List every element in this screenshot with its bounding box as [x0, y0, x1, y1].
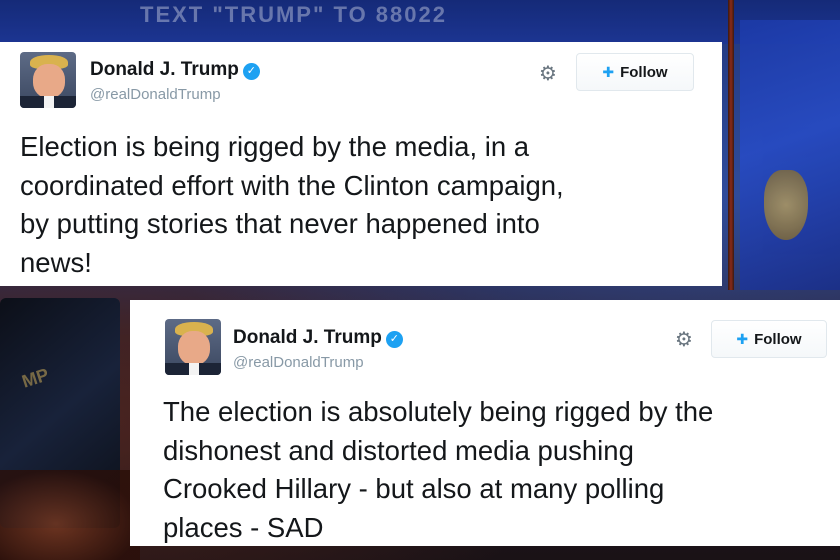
avatar[interactable] [20, 52, 76, 108]
tweet-text-line: news! [20, 246, 92, 278]
follow-label: Follow [754, 330, 802, 348]
tweet-text-line: Election is being rigged by the media, i… [20, 131, 530, 162]
tweet-text-line: Crooked Hillary - but also at many polli… [163, 473, 665, 504]
author-handle[interactable]: @realDonaldTrump [233, 354, 364, 371]
tweet-text-line: dishonest and distorted media pushing [163, 434, 634, 466]
tweet-text-line: The election is absolutely being rigged … [163, 396, 714, 427]
add-user-icon: ✚ [736, 330, 749, 347]
avatar[interactable] [165, 319, 221, 375]
tweet-text: The election is absolutely being rigged … [163, 393, 713, 547]
verified-badge-icon: ✓ [242, 63, 260, 80]
author-name-text[interactable]: Donald J. Trump [90, 59, 239, 80]
tweet-text-line: places - SAD [163, 511, 324, 543]
verified-badge-icon: ✓ [385, 331, 403, 348]
banner-text: TEXT "TRUMP" TO 88022 [140, 2, 447, 27]
author-name[interactable]: Donald J. Trump ✓ [90, 59, 260, 81]
gear-icon[interactable]: ⚙ [674, 330, 694, 350]
tweet-card: Donald J. Trump ✓ @realDonaldTrump ⚙ ✚ Fo… [130, 300, 840, 546]
author-name-text[interactable]: Donald J. Trump [233, 327, 382, 348]
background-crowd [0, 470, 140, 560]
gear-icon[interactable]: ⚙ [538, 64, 558, 84]
tweet-card: Donald J. Trump ✓ @realDonaldTrump ⚙ ✚ Fo… [0, 42, 722, 286]
tweet-text-line: by putting stories that never happened i… [20, 208, 540, 239]
follow-label: Follow [620, 63, 668, 81]
follow-button[interactable]: ✚ Follow [576, 53, 694, 91]
follow-button[interactable]: ✚ Follow [711, 320, 827, 358]
tweet-text-line: coordinated effort with the Clinton camp… [20, 169, 564, 201]
background-flag [740, 20, 840, 290]
background-banner: TEXT "TRUMP" TO 88022 [0, 0, 840, 44]
flag-emblem [764, 170, 808, 240]
add-user-icon: ✚ [602, 63, 615, 80]
flag-pole [728, 0, 734, 290]
author-handle[interactable]: @realDonaldTrump [90, 86, 221, 103]
author-name[interactable]: Donald J. Trump ✓ [233, 327, 403, 349]
sign-marking: MP [19, 364, 52, 392]
tweet-text: Election is being rigged by the media, i… [20, 128, 564, 282]
